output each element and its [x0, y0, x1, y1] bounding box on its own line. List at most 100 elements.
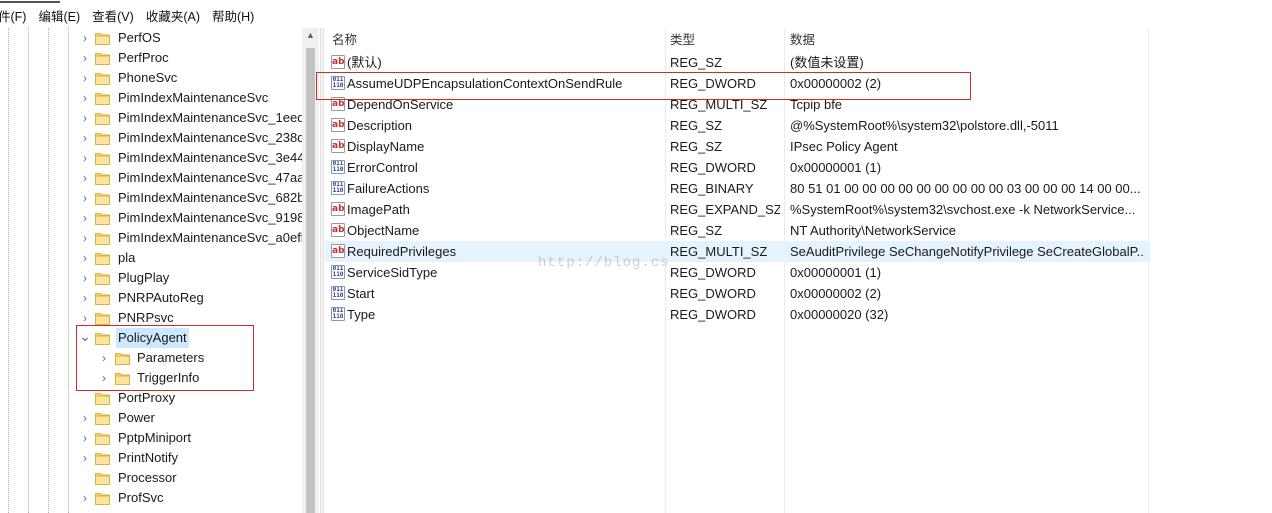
tree-item[interactable]: › Power — [0, 408, 302, 428]
value-data-cell: SeAuditPrivilege SeChangeNotifyPrivilege… — [790, 244, 1145, 259]
binary-value-icon: 011 110 — [331, 307, 345, 321]
tree-item[interactable]: › PimIndexMaintenanceSvc_238d3 — [0, 128, 312, 148]
tree-item-label: PerfProc — [118, 50, 169, 65]
expand-chevron-icon[interactable]: › — [79, 188, 91, 208]
folder-icon — [95, 311, 110, 325]
tree-item[interactable]: PortProxy — [0, 388, 302, 408]
expand-chevron-icon[interactable]: › — [79, 248, 91, 268]
expand-chevron-icon[interactable]: › — [79, 408, 91, 428]
tree-item[interactable]: › PimIndexMaintenanceSvc_47aaa — [0, 168, 312, 188]
tree-item[interactable]: › PptpMiniport — [0, 428, 302, 448]
tree-item[interactable]: › pla — [0, 248, 302, 268]
column-header-type[interactable]: 类型 — [670, 28, 695, 52]
menu-item[interactable]: 查看(V) — [86, 9, 140, 25]
expand-chevron-icon[interactable]: › — [79, 268, 91, 288]
scroll-up-arrow-icon[interactable]: ▲ — [302, 30, 319, 40]
tree-item-label: pla — [118, 250, 136, 265]
tree-item[interactable]: › PimIndexMaintenanceSvc — [0, 88, 302, 108]
tree-item-label: PortProxy — [118, 390, 176, 405]
tree-item[interactable]: › PimIndexMaintenanceSvc_91986 — [0, 208, 312, 228]
value-row[interactable]: ab RequiredPrivileges REG_MULTI_SZ SeAuditP… — [325, 241, 1150, 262]
menu-item[interactable]: 帮助(H) — [206, 9, 260, 25]
tree-item[interactable]: › ProfSvc — [0, 488, 302, 508]
expand-chevron-icon[interactable]: › — [79, 228, 91, 248]
expand-chevron-icon[interactable]: › — [79, 28, 91, 48]
value-row[interactable]: 011 110 Type REG_DWORD 0x00000020 (32) — [325, 304, 1150, 325]
expand-chevron-icon[interactable]: › — [79, 128, 91, 148]
tree-item[interactable]: › PerfProc — [0, 48, 302, 68]
folder-icon — [95, 471, 110, 485]
expand-chevron-icon[interactable]: › — [79, 488, 91, 508]
tree-item-label: PerfOS — [118, 30, 161, 45]
tree-item[interactable]: › PimIndexMaintenanceSvc_a0efb — [0, 228, 308, 248]
expand-chevron-icon[interactable] — [79, 508, 91, 513]
expand-chevron-icon[interactable]: › — [79, 208, 91, 228]
tree-item-label: Power — [118, 410, 155, 425]
expand-chevron-icon[interactable]: › — [79, 88, 91, 108]
value-row[interactable]: 011 110 ServiceSidType REG_DWORD 0x00000001 … — [325, 262, 1150, 283]
value-type-cell: REG_DWORD — [670, 265, 756, 280]
value-row[interactable]: ab (默认) REG_SZ (数值未设置) — [325, 52, 1150, 73]
watermark: http://blog.cs — [538, 255, 670, 271]
tree-item[interactable]: Processor — [0, 468, 302, 488]
value-row[interactable]: 011 110 ErrorControl REG_DWORD 0x00000001 (1… — [325, 157, 1150, 178]
tree-item-label: PimIndexMaintenanceSvc_1eede — [118, 110, 312, 125]
tree-scrollbar[interactable]: ▲ — [302, 28, 319, 513]
expand-chevron-icon[interactable]: › — [79, 448, 91, 468]
registry-values-list[interactable]: 名称 类型 数据 ab (默认) REG_SZ (数值未设置) 011 110 Assume… — [316, 28, 1272, 513]
expand-chevron-icon[interactable] — [79, 468, 91, 488]
value-row[interactable]: ab Description REG_SZ @%SystemRoot%\system3… — [325, 115, 1150, 136]
expand-chevron-icon[interactable]: › — [79, 48, 91, 68]
value-row[interactable]: 011 110 FailureActions REG_BINARY 80 51 01 0… — [325, 178, 1150, 199]
value-row[interactable]: ab ObjectName REG_SZ NT Authority\NetworkSe… — [325, 220, 1150, 241]
registry-tree[interactable]: › PerfOS › PerfProc › PhoneSvc › PimIndexMainte… — [0, 28, 320, 513]
expand-chevron-icon[interactable]: › — [79, 168, 91, 188]
expand-chevron-icon[interactable]: › — [79, 148, 91, 168]
value-name-cell: ImagePath — [347, 202, 410, 217]
value-type-cell: REG_SZ — [670, 118, 723, 133]
menu-item[interactable]: 编辑(E) — [32, 9, 86, 25]
tree-item[interactable]: › PrintNotify — [0, 448, 302, 468]
folder-icon — [95, 91, 110, 105]
folder-icon — [95, 31, 110, 45]
column-header-name[interactable]: 名称 — [332, 28, 357, 52]
tree-item[interactable]: › PimIndexMaintenanceSvc_3e44e — [0, 148, 312, 168]
tree-item[interactable]: › PhoneSvc — [0, 68, 302, 88]
column-header-data[interactable]: 数据 — [790, 28, 815, 52]
expand-chevron-icon[interactable]: › — [79, 108, 91, 128]
expand-chevron-icon[interactable] — [79, 388, 91, 408]
tree-item[interactable]: › PNRPAutoReg — [0, 288, 302, 308]
value-data-cell: @%SystemRoot%\system32\polstore.dll,-501… — [790, 118, 1059, 133]
tree-item-label: PimIndexMaintenanceSvc_91986 — [118, 210, 312, 225]
scrollbar-thumb[interactable] — [306, 48, 315, 513]
folder-icon — [95, 51, 110, 65]
tree-item[interactable]: › PlugPlay — [0, 268, 302, 288]
value-type-cell: REG_EXPAND_SZ — [670, 202, 780, 217]
expand-chevron-icon[interactable]: › — [79, 288, 91, 308]
tree-item[interactable]: › PimIndexMaintenanceSvc_682b4 — [0, 188, 312, 208]
value-row[interactable]: 011 110 Start REG_DWORD 0x00000002 (2) — [325, 283, 1150, 304]
value-row[interactable]: ab ImagePath REG_EXPAND_SZ %SystemRoot%\sys… — [325, 199, 1150, 220]
value-data-cell: %SystemRoot%\system32\svchost.exe -k Net… — [790, 202, 1136, 217]
menu-item[interactable]: 件(F) — [0, 9, 32, 25]
expand-chevron-icon[interactable]: › — [79, 68, 91, 88]
binary-value-icon: 011 110 — [331, 160, 345, 174]
folder-icon — [95, 231, 110, 245]
folder-icon — [95, 271, 110, 285]
tree-item-label: PptpMiniport — [118, 430, 191, 445]
folder-icon — [95, 431, 110, 445]
value-name-cell: Description — [347, 118, 413, 133]
folder-icon — [95, 111, 110, 125]
folder-icon — [95, 171, 110, 185]
tree-item[interactable]: › PimIndexMaintenanceSvc_1eede — [0, 108, 312, 128]
value-row[interactable]: ab DisplayName REG_SZ IPsec Policy Agent — [325, 136, 1150, 157]
string-value-icon: ab — [331, 244, 345, 258]
pane-splitter[interactable] — [320, 28, 324, 513]
tree-item[interactable] — [0, 508, 302, 513]
folder-icon — [95, 411, 110, 425]
tree-item[interactable]: › PerfOS — [0, 28, 302, 48]
folder-icon — [95, 131, 110, 145]
expand-chevron-icon[interactable]: › — [79, 428, 91, 448]
tree-item-label: PlugPlay — [118, 270, 170, 285]
menu-item[interactable]: 收藏夹(A) — [140, 9, 206, 25]
